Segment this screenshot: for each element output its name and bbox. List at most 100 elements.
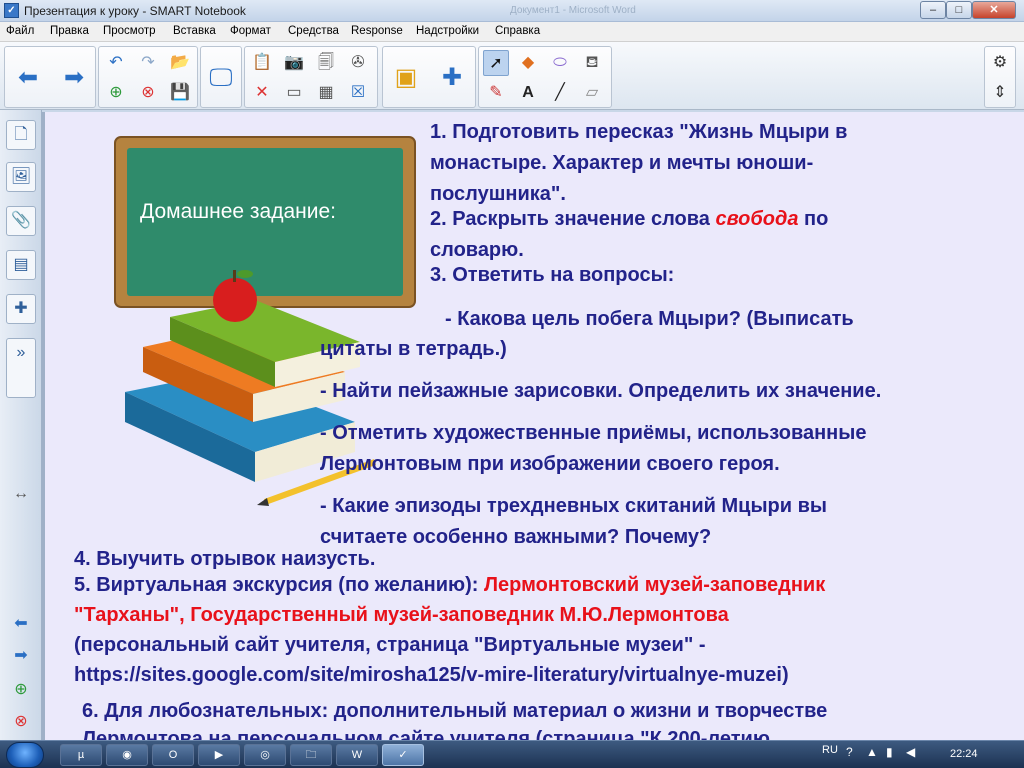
expand-panel-icon[interactable]: » <box>6 338 36 398</box>
puzzle-icon[interactable]: ✚ <box>435 61 469 95</box>
next-page-icon[interactable]: ➡ <box>57 61 91 95</box>
network-icon[interactable]: ▮ <box>886 745 893 759</box>
screen-icon[interactable]: ▭ <box>281 80 307 106</box>
menu-format[interactable]: Формат <box>230 25 271 37</box>
item-6-line-2: Лермонтова на персональном сайте учителя… <box>82 728 770 740</box>
clock[interactable]: 22:24 <box>950 748 978 760</box>
app-icon: ✓ <box>4 3 19 18</box>
next-arrow-icon[interactable]: ➡ <box>6 642 36 672</box>
item-2-suffix: по <box>798 208 829 230</box>
select-pointer-icon[interactable]: ➚ <box>483 50 509 76</box>
keyword-freedom: свобода <box>715 208 799 230</box>
item-1-line-3: послушника". <box>430 183 566 205</box>
minimize-button[interactable]: – <box>920 1 946 19</box>
start-button[interactable] <box>6 742 44 768</box>
menu-edit[interactable]: Правка <box>50 25 89 37</box>
undo-icon[interactable]: ↶ <box>103 50 129 76</box>
taskbar-notebook-icon[interactable]: ✓ <box>382 744 424 766</box>
item-5-line-2[interactable]: "Тарханы", Государственный музей-заповед… <box>74 604 729 627</box>
language-indicator[interactable]: RU <box>822 744 838 756</box>
display-group: 🖵 <box>200 46 242 108</box>
shapes-icon[interactable]: ◆ <box>515 50 541 76</box>
screen-shade-icon[interactable]: 🗐 <box>313 50 339 76</box>
gallery-icon[interactable]: 🖼 <box>6 162 36 192</box>
item-1-line-1: 1. Подготовить пересказ "Жизнь Мцыри в <box>430 121 848 143</box>
apple-stem <box>233 270 236 282</box>
menu-file[interactable]: Файл <box>6 25 34 37</box>
pencil-tip <box>257 498 269 506</box>
taskbar-opera-icon[interactable]: O <box>152 744 194 766</box>
line-icon[interactable]: ╱ <box>547 80 573 106</box>
volume-icon[interactable]: ◀ <box>906 745 915 759</box>
menu-tools[interactable]: Средства <box>288 25 339 37</box>
menu-insert[interactable]: Вставка <box>173 25 216 37</box>
add-page-side-icon[interactable]: ⊕ <box>6 676 36 706</box>
gear-icon[interactable]: ⚙ <box>987 50 1013 76</box>
item-1-line-2: монастыре. Характер и мечты юноши- <box>430 152 814 174</box>
menu-addons[interactable]: Надстройки <box>416 25 479 37</box>
taskbar-explorer-icon[interactable]: 🗀 <box>290 744 332 766</box>
item-5-prefix: 5. Виртуальная экскурсия (по желанию): <box>74 574 484 596</box>
item-2-line-1: 2. Раскрыть значение слова свобода по <box>430 208 828 231</box>
item-5-line-3: (персональный сайт учителя, страница "Ви… <box>74 634 706 656</box>
taskbar-media-icon[interactable]: ▶ <box>198 744 240 766</box>
sticky-note-icon[interactable]: ▣ <box>389 61 423 95</box>
board-caption: Домашнее задание: <box>140 200 336 223</box>
side-tab-bar: 🗋 🖼 📎 ▤ ✚ » ↔ ⬅ ➡ ⊕ ⊗ <box>0 110 42 740</box>
delete-page-side-icon[interactable]: ⊗ <box>6 708 36 738</box>
background-window-title: Документ1 - Microsoft Word <box>510 5 636 16</box>
menu-view[interactable]: Просмотр <box>103 25 156 37</box>
notebook-page: Домашнее задание: 1. Подготовить переска… <box>42 112 1024 740</box>
add-page-icon[interactable]: ⊕ <box>103 80 129 106</box>
resize-horizontal-icon[interactable]: ↔ <box>6 480 36 510</box>
menu-response[interactable]: Response <box>351 25 403 37</box>
taskbar-word-icon[interactable]: W <box>336 744 378 766</box>
maximize-button[interactable]: □ <box>946 1 972 19</box>
redo-icon[interactable]: ↷ <box>135 50 161 76</box>
move-toolbar-icon[interactable]: ⇕ <box>987 80 1013 106</box>
document-camera-icon[interactable]: ✇ <box>345 50 371 76</box>
addon-group: ▣ ✚ <box>382 46 476 108</box>
previous-page-icon[interactable]: ⬅ <box>11 61 45 95</box>
question-3-line-1: - Отметить художественные приёмы, исполь… <box>320 422 867 444</box>
settings-group: ⚙ ⇕ <box>984 46 1016 108</box>
tray-expand-icon[interactable]: ▲ <box>866 745 878 759</box>
addons-icon[interactable]: ✚ <box>6 294 36 324</box>
eraser-tool-icon[interactable]: ▱ <box>579 80 605 106</box>
properties-icon[interactable]: ▤ <box>6 250 36 280</box>
attachments-icon[interactable]: 📎 <box>6 206 36 236</box>
delete-icon[interactable]: ✕ <box>249 80 275 106</box>
menu-bar: Файл Правка Просмотр Вставка Формат Сред… <box>0 22 1024 42</box>
previous-arrow-icon[interactable]: ⬅ <box>6 610 36 640</box>
taskbar-utorrent-icon[interactable]: µ <box>60 744 102 766</box>
nav-group: ⬅ ➡ <box>4 46 96 108</box>
item-2-prefix: 2. Раскрыть значение слова <box>430 208 716 230</box>
text-icon[interactable]: A <box>515 80 541 106</box>
taskbar-player-icon[interactable]: ◎ <box>244 744 286 766</box>
item-5-url[interactable]: https://sites.google.com/site/mirosha125… <box>74 664 789 687</box>
table-icon[interactable]: ▦ <box>313 80 339 106</box>
toolbar: ⬅ ➡ ↶ ↷ 📂 ⊕ ⊗ 💾 🖵 📋 📷 🗐 ✇ ✕ ▭ ▦ ☒ ▣ ✚ ➚ … <box>0 42 1024 110</box>
help-icon[interactable]: ? <box>846 745 853 759</box>
save-icon[interactable]: 💾 <box>167 80 193 106</box>
menu-help[interactable]: Справка <box>495 25 540 37</box>
question-3-line-2: Лермонтовым при изображении своего героя… <box>320 453 780 475</box>
page-sorter-icon[interactable]: 🗋 <box>6 120 36 150</box>
screen-capture-icon[interactable]: 📷 <box>281 50 307 76</box>
close-button[interactable]: ✕ <box>972 1 1016 19</box>
question-4-line-1: - Какие эпизоды трехдневных скитаний Мцы… <box>320 495 828 517</box>
question-2: - Найти пейзажные зарисовки. Определить … <box>320 380 882 402</box>
eraser-icon[interactable]: ⬭ <box>547 50 573 76</box>
smart-notebook-window: ✓ Презентация к уроку - SMART Notebook Д… <box>0 0 1024 768</box>
pens-icon[interactable]: ✎ <box>483 80 509 106</box>
fill-icon[interactable]: ⛾ <box>579 50 605 76</box>
taskbar-chrome-icon[interactable]: ◉ <box>106 744 148 766</box>
item-6-line-1: 6. Для любознательных: дополнительный ма… <box>82 700 828 722</box>
tools-group: ➚ ◆ ⬭ ⛾ ✎ A ╱ ▱ <box>478 46 612 108</box>
delete-page-icon[interactable]: ⊗ <box>135 80 161 106</box>
museum-link-1[interactable]: Лермонтовский музей-заповедник <box>484 574 825 596</box>
close-object-icon[interactable]: ☒ <box>345 80 371 106</box>
full-screen-icon[interactable]: 🖵 <box>204 61 238 95</box>
paste-icon[interactable]: 📋 <box>249 50 275 76</box>
open-file-icon[interactable]: 📂 <box>167 50 193 76</box>
